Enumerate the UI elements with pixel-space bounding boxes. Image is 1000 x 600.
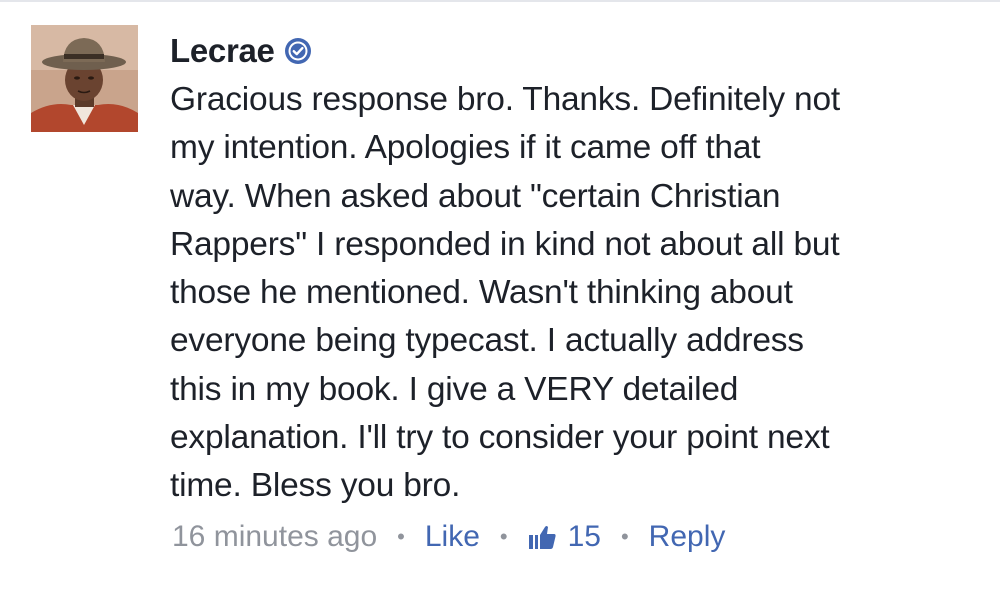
comment-text: Gracious response bro. Thanks. Definitel…	[170, 76, 950, 511]
like-count[interactable]: 15	[528, 520, 601, 554]
separator-dot: •	[499, 524, 508, 549]
separator-dot: •	[397, 524, 405, 549]
author-row: Lecrae	[170, 28, 970, 74]
reply-button[interactable]: Reply	[649, 520, 726, 554]
like-button[interactable]: Like	[425, 520, 480, 554]
comment-card: Lecrae Gracious response bro. Thanks. De…	[0, 0, 1000, 600]
author-name[interactable]: Lecrae	[170, 32, 275, 70]
comment-line: Rappers" I responded in kind not about a…	[170, 225, 840, 263]
comment-actions: 16 minutes ago • Like • 15 • Reply	[172, 515, 725, 559]
comment-line: explanation. I'll try to consider your p…	[170, 419, 830, 457]
timestamp[interactable]: 16 minutes ago	[172, 520, 377, 554]
comment-line: everyone being typecast. I actually addr…	[170, 322, 804, 360]
like-count-value: 15	[567, 520, 601, 553]
comment-line: my intention. Apologies if it came off t…	[170, 129, 761, 167]
comment-line: time. Bless you bro.	[170, 467, 461, 505]
comment-line: Gracious response bro. Thanks. Definitel…	[170, 81, 841, 118]
avatar[interactable]	[31, 25, 138, 132]
comment-line: this in my book. I give a VERY detailed	[170, 370, 739, 408]
comment-line: those he mentioned. Wasn't thinking abou…	[170, 274, 793, 312]
thumbs-up-icon	[528, 526, 556, 549]
verified-badge-icon	[284, 38, 311, 64]
comment-content: Lecrae Gracious response bro. Thanks. De…	[170, 28, 970, 511]
separator-dot: •	[620, 524, 629, 549]
comment-line: way. When asked about "certain Christian	[170, 177, 781, 215]
